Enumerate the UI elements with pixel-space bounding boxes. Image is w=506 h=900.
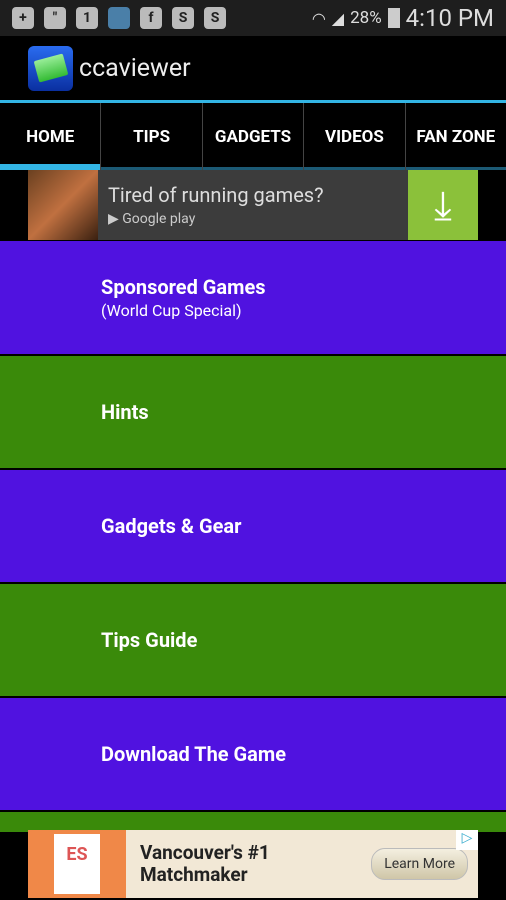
hangouts-icon: " <box>44 7 66 29</box>
battery-percent: 28% <box>350 8 382 28</box>
menu-item-gadgets-gear[interactable]: Gadgets & Gear <box>0 470 506 582</box>
menu-item-download-game[interactable]: Download The Game <box>0 698 506 810</box>
menu-item-label: Sponsored Games <box>101 275 266 299</box>
menu-item-partial[interactable] <box>0 812 506 832</box>
google-play-label: ▶ Google play <box>108 211 196 227</box>
clock: 4:10 PM <box>405 4 494 32</box>
action-bar: ccaviewer <box>0 36 506 100</box>
store-name: Google play <box>122 211 196 227</box>
plus-icon: + <box>12 7 34 29</box>
tab-bar: HOME TIPS GADGETS VIDEOS FAN ZONE <box>0 103 506 170</box>
swype-icon: S <box>172 7 194 29</box>
ad-line-2: Matchmaker <box>140 863 248 886</box>
app-logo-icon[interactable] <box>28 45 73 91</box>
learn-more-button[interactable]: Learn More <box>371 848 468 880</box>
bottom-ad-banner[interactable]: ES Vancouver's #1 Matchmaker Learn More … <box>28 830 478 898</box>
ad-logo: ES <box>28 830 126 898</box>
tab-fan-zone[interactable]: FAN ZONE <box>405 103 506 170</box>
download-icon[interactable]: ⤓ <box>408 170 478 240</box>
one-icon: 1 <box>76 7 98 29</box>
tab-home[interactable]: HOME <box>0 103 102 170</box>
menu-item-hints[interactable]: Hints <box>0 356 506 468</box>
menu-item-label: Hints <box>101 400 149 424</box>
signal-icon: ◢ <box>331 8 345 28</box>
tab-videos[interactable]: VIDEOS <box>304 103 406 170</box>
top-ad-banner[interactable]: Tired of running games? ▶ Google play ⤓ <box>28 170 478 240</box>
status-bar: + " 1 f S S ◠ ◢ 28% 4:10 PM <box>0 0 506 36</box>
skype-icon: S <box>204 7 226 29</box>
ad-headline: Tired of running games? <box>108 183 324 207</box>
menu-item-tips-guide[interactable]: Tips Guide <box>0 584 506 696</box>
app-of-day-icon <box>108 7 130 29</box>
menu-item-label: Tips Guide <box>101 628 198 652</box>
ad-logo-text: ES <box>54 834 100 894</box>
facebook-icon: f <box>140 7 162 29</box>
adchoices-icon[interactable]: ▷ <box>456 830 478 850</box>
menu-item-label: Download The Game <box>101 742 287 766</box>
app-title: ccaviewer <box>79 53 191 83</box>
ad-line-1: Vancouver's #1 <box>140 841 270 864</box>
wifi-icon: ◠ <box>311 8 326 28</box>
menu-item-sublabel: (World Cup Special) <box>101 301 242 320</box>
tab-tips[interactable]: TIPS <box>101 103 203 170</box>
tab-gadgets[interactable]: GADGETS <box>202 103 305 170</box>
menu-item-sponsored-games[interactable]: Sponsored Games (World Cup Special) <box>0 241 506 354</box>
ad-image <box>28 170 98 240</box>
menu-item-label: Gadgets & Gear <box>101 514 242 538</box>
battery-icon <box>387 8 400 28</box>
